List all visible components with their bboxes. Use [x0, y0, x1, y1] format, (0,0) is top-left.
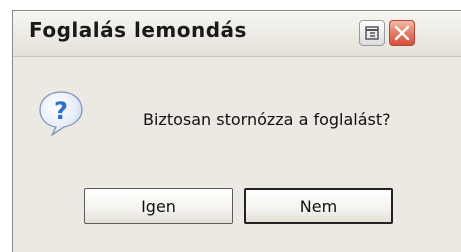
svg-text:?: ? [54, 97, 68, 125]
question-icon: ? [39, 91, 83, 137]
yes-button[interactable]: Igen [84, 188, 233, 224]
restore-icon [365, 26, 379, 40]
close-button[interactable] [389, 20, 415, 46]
dialog-message: Biztosan stornózza a foglalást? [143, 110, 391, 129]
yes-button-label: Igen [141, 196, 176, 216]
no-button[interactable]: Nem [244, 188, 393, 224]
close-icon [394, 25, 410, 41]
restore-button[interactable] [359, 20, 385, 46]
title-bar[interactable]: Foglalás lemondás [13, 11, 461, 57]
no-button-label: Nem [299, 196, 338, 216]
dialog-content: ? Biztosan stornózza a foglalást? Igen N… [13, 57, 461, 252]
dialog-title: Foglalás lemondás [29, 18, 247, 42]
dialog-window: Foglalás lemondás ? Biztosan stornózza a… [12, 10, 461, 252]
